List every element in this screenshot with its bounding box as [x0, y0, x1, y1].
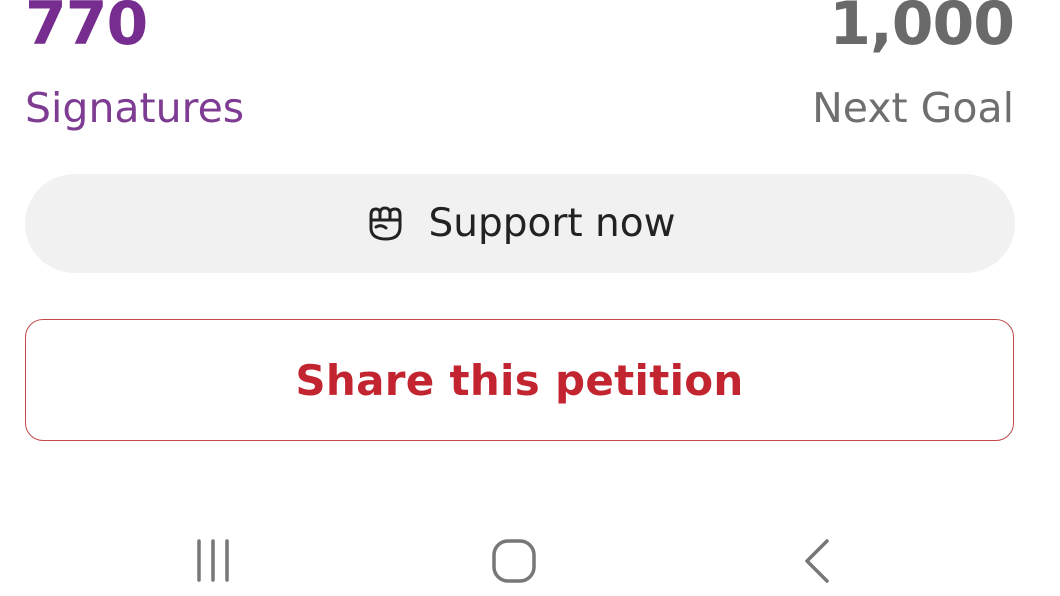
support-now-button[interactable]: Support now — [25, 174, 1015, 273]
home-button[interactable] — [469, 530, 559, 596]
signatures-label: Signatures — [25, 84, 245, 132]
fist-icon — [364, 203, 406, 245]
share-petition-button[interactable]: Share this petition — [25, 319, 1014, 441]
recents-button[interactable] — [168, 530, 258, 596]
next-goal-count: 1,000 — [829, 0, 1015, 59]
home-icon — [490, 537, 538, 589]
recents-icon — [190, 538, 236, 588]
share-petition-label: Share this petition — [295, 355, 744, 405]
back-button[interactable] — [772, 530, 862, 596]
support-now-label: Support now — [428, 201, 676, 246]
next-goal-stat: 1,000 Next Goal — [812, 0, 1015, 132]
petition-stats: 770 Signatures 1,000 Next Goal — [25, 0, 1015, 150]
signatures-count: 770 — [25, 0, 148, 59]
signatures-stat: 770 Signatures — [25, 0, 244, 129]
system-navigation-bar — [0, 530, 1060, 596]
back-icon — [797, 537, 837, 589]
next-goal-label: Next Goal — [812, 84, 1014, 132]
